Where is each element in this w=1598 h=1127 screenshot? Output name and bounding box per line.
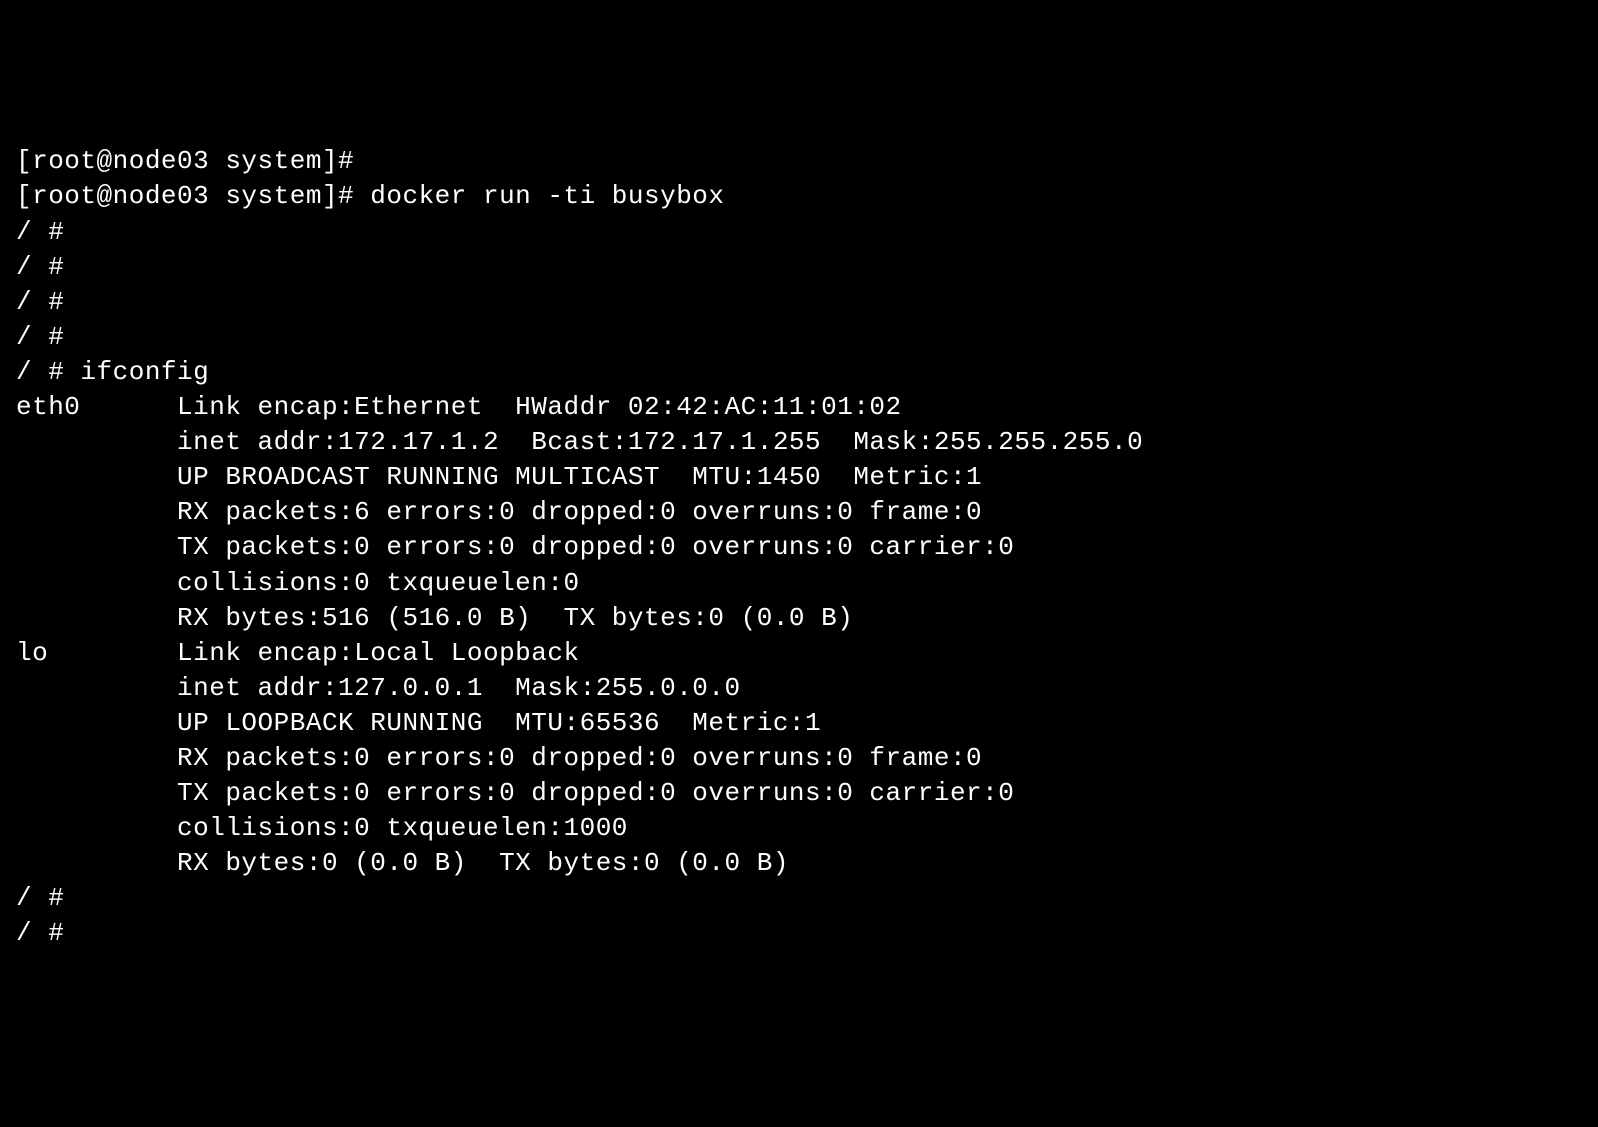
terminal-line: collisions:0 txqueuelen:0 xyxy=(16,566,1582,601)
terminal-line: RX packets:0 errors:0 dropped:0 overruns… xyxy=(16,741,1582,776)
terminal-line: TX packets:0 errors:0 dropped:0 overruns… xyxy=(16,776,1582,811)
terminal-line: collisions:0 txqueuelen:1000 xyxy=(16,811,1582,846)
terminal-line: [root@node03 system]# docker run -ti bus… xyxy=(16,179,1582,214)
terminal-line: / # xyxy=(16,881,1582,916)
terminal-line: RX packets:6 errors:0 dropped:0 overruns… xyxy=(16,495,1582,530)
terminal-line: eth0 Link encap:Ethernet HWaddr 02:42:AC… xyxy=(16,390,1582,425)
terminal-line: / # ifconfig xyxy=(16,355,1582,390)
terminal-line: / # xyxy=(16,916,1582,951)
terminal-line: / # xyxy=(16,250,1582,285)
terminal-line: RX bytes:0 (0.0 B) TX bytes:0 (0.0 B) xyxy=(16,846,1582,881)
terminal-output[interactable]: [root@node03 system]#[root@node03 system… xyxy=(16,144,1582,951)
terminal-line: RX bytes:516 (516.0 B) TX bytes:0 (0.0 B… xyxy=(16,601,1582,636)
terminal-line: / # xyxy=(16,215,1582,250)
terminal-line: / # xyxy=(16,285,1582,320)
terminal-line: UP BROADCAST RUNNING MULTICAST MTU:1450 … xyxy=(16,460,1582,495)
terminal-line: / # xyxy=(16,320,1582,355)
terminal-line: [root@node03 system]# xyxy=(16,144,1582,179)
terminal-line: TX packets:0 errors:0 dropped:0 overruns… xyxy=(16,530,1582,565)
terminal-line: inet addr:172.17.1.2 Bcast:172.17.1.255 … xyxy=(16,425,1582,460)
terminal-line: inet addr:127.0.0.1 Mask:255.0.0.0 xyxy=(16,671,1582,706)
terminal-line: UP LOOPBACK RUNNING MTU:65536 Metric:1 xyxy=(16,706,1582,741)
terminal-line: lo Link encap:Local Loopback xyxy=(16,636,1582,671)
